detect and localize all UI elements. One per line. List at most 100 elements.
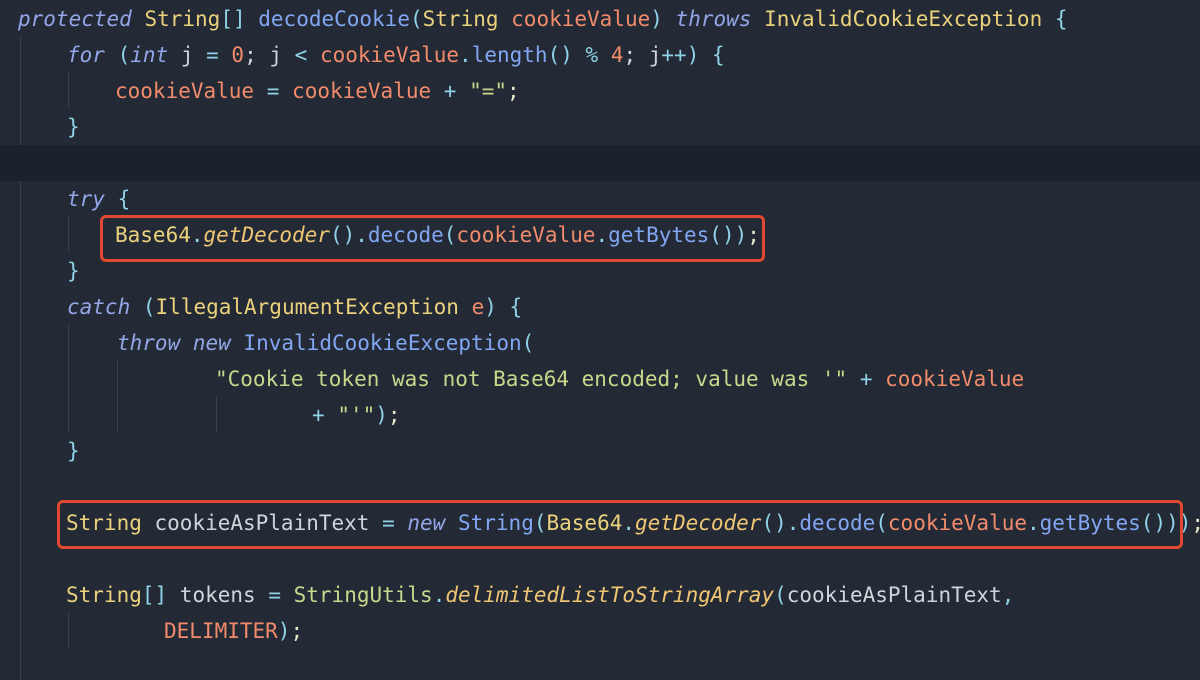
- code-token: 0: [231, 43, 245, 67]
- code-token: +: [859, 367, 873, 391]
- code-line-10[interactable]: throw new InvalidCookieException(: [0, 325, 1200, 361]
- code-line-content: "Cookie token was not Base64 encoded; va…: [215, 361, 1024, 397]
- code-token: .: [459, 43, 472, 67]
- code-token: =: [266, 79, 280, 103]
- code-line-9[interactable]: catch (IllegalArgumentException e) {: [0, 289, 1200, 325]
- code-token: throws: [675, 7, 752, 31]
- code-token: []: [141, 583, 168, 607]
- code-token: (): [547, 43, 586, 67]
- code-line-1[interactable]: protected String[] decodeCookie(String c…: [0, 1, 1200, 37]
- code-token: delimitedListToStringArray: [445, 583, 775, 607]
- code-token: ; j: [244, 43, 295, 67]
- code-token: protected: [18, 7, 132, 31]
- code-token: +: [443, 79, 457, 103]
- code-token: (: [774, 583, 787, 607]
- code-token: decodeCookie: [258, 7, 410, 31]
- code-line-content: + "'");: [312, 397, 401, 433]
- code-token: InvalidCookieException: [764, 7, 1043, 31]
- code-line-3[interactable]: cookieValue = cookieValue + "=";: [0, 73, 1200, 109]
- code-line-17[interactable]: String[] tokens = StringUtils.delimitedL…: [0, 577, 1200, 613]
- code-token: cookieValue: [511, 7, 651, 31]
- code-token: %: [585, 43, 599, 67]
- code-token: (: [104, 43, 131, 67]
- code-token: j: [168, 43, 207, 67]
- code-token: cookieValue: [885, 367, 1025, 391]
- code-token: ;: [507, 79, 520, 103]
- code-token: 4: [610, 43, 624, 67]
- code-token: catch: [67, 295, 131, 319]
- code-token: ++: [661, 43, 687, 67]
- code-line-12[interactable]: + "'");: [0, 397, 1200, 433]
- code-token: {: [104, 187, 131, 211]
- code-token: ;: [1191, 511, 1200, 535]
- code-line-13[interactable]: }: [0, 433, 1200, 469]
- code-line-content: }: [67, 433, 80, 469]
- code-token: new: [192, 331, 231, 355]
- code-token: InvalidCookieException: [243, 331, 522, 355]
- code-token: DELIMITER: [164, 619, 278, 643]
- code-line-content: catch (IllegalArgumentException e) {: [67, 289, 522, 325]
- code-token: ) {: [686, 43, 725, 67]
- code-token: ): [650, 7, 663, 31]
- code-token: ;: [290, 619, 304, 643]
- code-token: cookieValue: [292, 79, 432, 103]
- code-token: String: [66, 583, 142, 607]
- code-token: "=": [469, 79, 508, 103]
- code-token: }: [67, 439, 80, 463]
- highlight-box-plaintext-assignment: [57, 500, 1183, 549]
- code-editor[interactable]: protected String[] decodeCookie(String c…: [0, 0, 1200, 680]
- code-line-6[interactable]: try {: [0, 181, 1200, 217]
- code-token: e: [471, 295, 485, 319]
- code-line-2[interactable]: for (int j = 0; j < cookieValue.length()…: [0, 37, 1200, 73]
- code-token: (: [521, 331, 535, 355]
- code-token: .: [432, 583, 446, 607]
- code-token: "Cookie token was not Base64 encoded; va…: [215, 367, 848, 391]
- code-line-4[interactable]: }: [0, 109, 1200, 145]
- code-token: ): [277, 619, 291, 643]
- code-token: try: [67, 187, 105, 211]
- code-token: throw: [117, 331, 181, 355]
- code-line-11[interactable]: "Cookie token was not Base64 encoded; va…: [0, 361, 1200, 397]
- code-line-content: }: [67, 109, 80, 145]
- code-token: IllegalArgumentException: [155, 295, 459, 319]
- code-token: (: [130, 295, 156, 319]
- code-line-content: DELIMITER);: [164, 613, 303, 649]
- code-line-content: throw new InvalidCookieException(: [117, 325, 534, 361]
- code-token: ) {: [484, 295, 523, 319]
- code-line-content: try {: [67, 181, 130, 217]
- code-token: ; j: [623, 43, 662, 67]
- code-token: =: [268, 583, 281, 607]
- code-token: []: [220, 7, 246, 31]
- code-token: for: [67, 43, 105, 67]
- code-line-content: cookieValue = cookieValue + "=";: [115, 73, 520, 109]
- code-line-content: protected String[] decodeCookie(String c…: [18, 1, 1068, 37]
- code-token: int: [130, 43, 169, 67]
- code-token: length: [471, 43, 548, 67]
- code-line-content: }: [67, 253, 80, 289]
- code-token: cookieValue: [115, 79, 255, 103]
- code-token: ): [375, 403, 388, 427]
- code-line-18[interactable]: DELIMITER);: [0, 613, 1200, 649]
- code-token: ;: [387, 403, 401, 427]
- code-token: <: [294, 43, 308, 67]
- code-token: +: [312, 403, 325, 427]
- code-line-5-current[interactable]: [0, 145, 1200, 181]
- code-token: }: [67, 115, 80, 139]
- code-token: StringUtils: [293, 583, 433, 607]
